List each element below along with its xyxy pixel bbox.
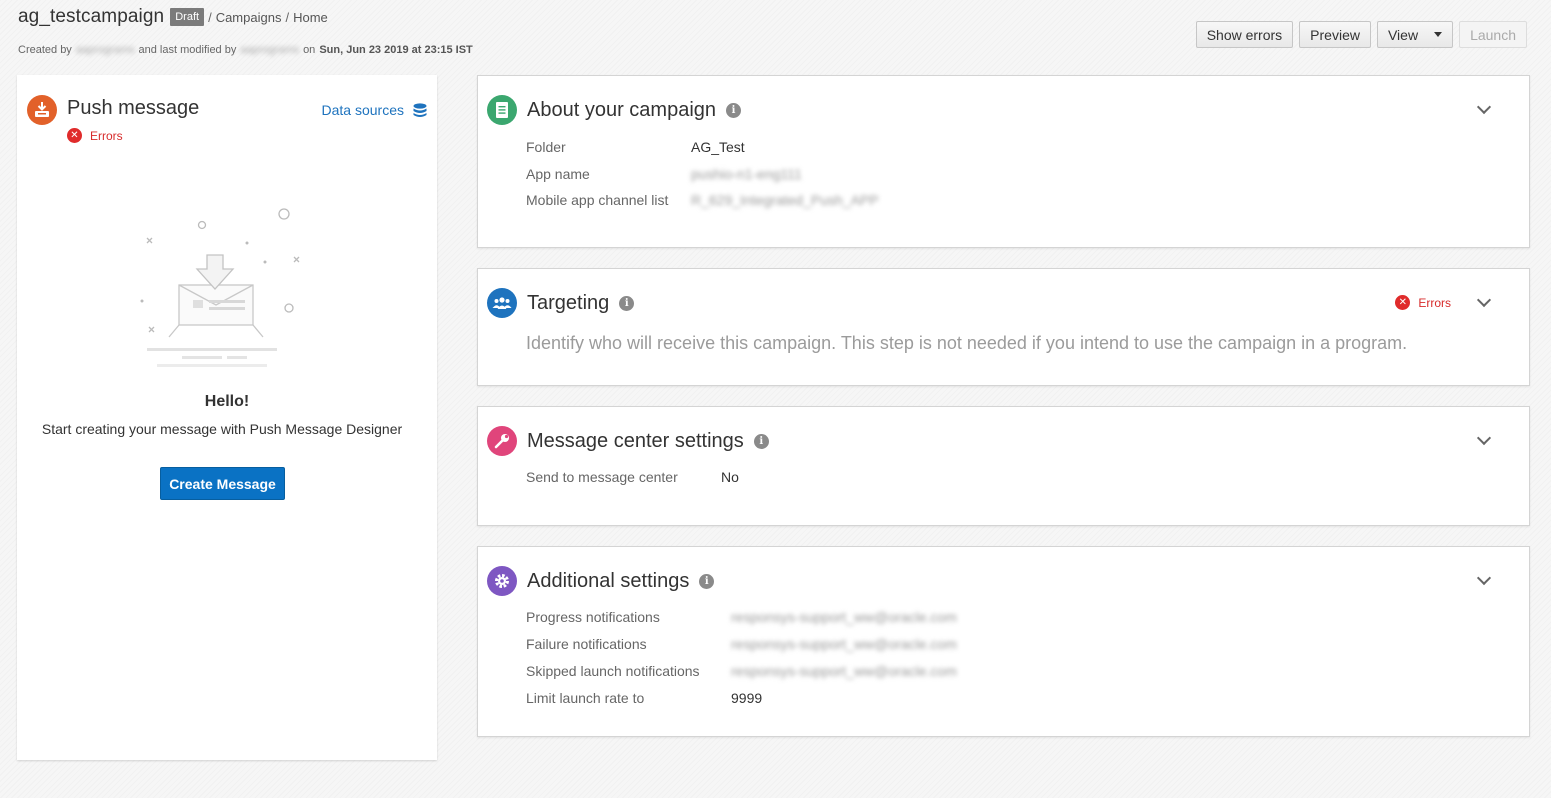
modified-by-label: and last modified by	[138, 44, 237, 56]
targeting-card: Targeting i ✕ Errors Identify who will r…	[477, 268, 1530, 386]
field-skipped-launch-notifications: Skipped launch notifications responsys-s…	[526, 663, 957, 679]
field-value: AG_Test	[691, 139, 745, 155]
status-badge: Draft	[170, 8, 205, 26]
page-title: ag_testcampaign	[18, 6, 165, 27]
on-label: on	[303, 44, 316, 56]
targeting-title: Targeting i	[527, 292, 635, 315]
breadcrumb-home[interactable]: Home	[293, 10, 328, 25]
additional-settings-title: Additional settings i	[527, 570, 715, 593]
error-x-icon: ✕	[67, 128, 82, 143]
message-center-title: Message center settings i	[527, 430, 769, 453]
field-value: R_629_Integrated_Push_APP	[691, 192, 879, 208]
about-campaign-title: About your campaign i	[527, 99, 742, 122]
launch-button[interactable]: Launch	[1459, 21, 1527, 48]
created-by-label: Created by	[18, 44, 72, 56]
field-channel-list: Mobile app channel list R_629_Integrated…	[526, 192, 879, 208]
field-app-name: App name pushio-n1-eng111	[526, 166, 802, 182]
preview-button[interactable]: Preview	[1299, 21, 1371, 48]
push-errors-indicator[interactable]: ✕ Errors	[67, 128, 123, 143]
modified-date: Sun, Jun 23 2019 at 23:15 IST	[319, 44, 473, 56]
push-inbox-icon	[27, 95, 57, 125]
push-message-panel: Push message ✕ Errors Data sources Hello…	[17, 75, 437, 760]
created-by-user: aaprograms	[75, 44, 135, 56]
empty-message-illustration	[140, 208, 300, 367]
field-value: responsys-support_ww@oracle.com	[731, 663, 957, 679]
error-x-icon: ✕	[1395, 295, 1411, 310]
field-value: responsys-support_ww@oracle.com	[731, 636, 957, 652]
page-header: ag_testcampaign Draft / Campaigns / Home	[18, 6, 328, 28]
targeting-errors-indicator[interactable]: ✕ Errors	[1395, 295, 1451, 310]
create-message-button[interactable]: Create Message	[160, 467, 285, 500]
targeting-description: Identify who will receive this campaign.…	[526, 333, 1408, 353]
breadcrumb-separator: /	[285, 9, 290, 25]
caret-down-icon	[1434, 32, 1443, 37]
breadcrumb-campaigns[interactable]: Campaigns	[216, 10, 282, 25]
field-label: Skipped launch notifications	[526, 663, 700, 679]
field-label: Limit launch rate to	[526, 690, 645, 706]
field-label: Progress notifications	[526, 609, 660, 625]
breadcrumb-separator: /	[208, 9, 212, 25]
modified-by-user: aaprograms	[240, 44, 300, 56]
message-center-title-text: Message center settings	[527, 430, 744, 452]
chevron-down-icon[interactable]	[1476, 292, 1492, 308]
about-campaign-card: About your campaign i Folder AG_Test App…	[477, 75, 1530, 248]
wrench-icon	[487, 426, 517, 456]
additional-settings-card: Additional settings i Progress notificat…	[477, 546, 1530, 737]
chevron-down-icon[interactable]	[1476, 570, 1492, 586]
data-sources-label: Data sources	[321, 102, 404, 118]
data-sources-link[interactable]: Data sources	[322, 102, 427, 118]
targeting-title-text: Targeting	[527, 292, 610, 314]
message-center-card: Message center settings i Send to messag…	[477, 406, 1530, 526]
info-icon[interactable]: i	[753, 434, 769, 449]
field-value: 9999	[731, 690, 763, 706]
chevron-down-icon[interactable]	[1476, 99, 1492, 115]
field-label: App name	[526, 166, 590, 182]
field-label: Mobile app channel list	[526, 192, 669, 208]
hello-subtitle: Start creating your message with Push Me…	[41, 421, 403, 437]
view-dropdown-button[interactable]: View	[1376, 21, 1454, 48]
field-failure-notifications: Failure notifications responsys-support_…	[526, 636, 957, 652]
field-label: Folder	[526, 139, 566, 155]
field-folder: Folder AG_Test	[526, 139, 745, 155]
chevron-down-icon[interactable]	[1476, 430, 1492, 446]
gear-icon	[487, 566, 517, 596]
errors-label: Errors	[90, 128, 123, 143]
field-label: Send to message center	[526, 469, 678, 485]
field-send-to-message-center: Send to message center No	[526, 469, 739, 485]
additional-settings-title-text: Additional settings	[527, 570, 690, 592]
push-message-title: Push message	[67, 97, 200, 119]
errors-label: Errors	[1418, 295, 1451, 310]
info-icon[interactable]: i	[699, 574, 715, 589]
hello-heading: Hello!	[204, 393, 250, 410]
toolbar: Show errors Preview View Launch	[1195, 21, 1527, 48]
field-value: pushio-n1-eng111	[691, 166, 802, 182]
about-campaign-title-text: About your campaign	[527, 99, 717, 121]
show-errors-button[interactable]: Show errors	[1195, 21, 1294, 48]
field-progress-notifications: Progress notifications responsys-support…	[526, 609, 957, 625]
database-icon	[413, 102, 427, 117]
field-value: responsys-support_ww@oracle.com	[731, 609, 957, 625]
modification-info: Created by aaprograms and last modified …	[18, 44, 473, 56]
field-limit-launch-rate: Limit launch rate to 9999	[526, 690, 762, 706]
people-icon	[487, 288, 517, 318]
info-icon[interactable]: i	[726, 103, 742, 118]
document-icon	[487, 95, 517, 125]
view-label: View	[1387, 26, 1419, 43]
info-icon[interactable]: i	[619, 296, 635, 311]
field-label: Failure notifications	[526, 636, 647, 652]
field-value: No	[721, 469, 739, 485]
